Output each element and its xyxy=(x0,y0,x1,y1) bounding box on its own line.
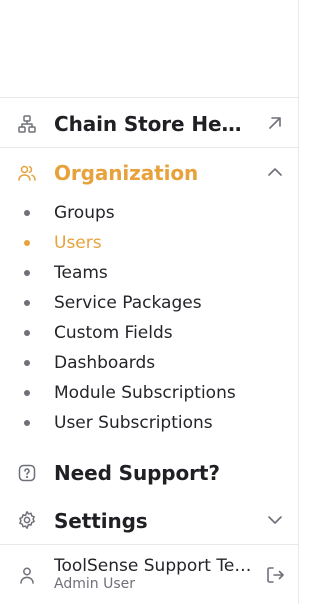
sidebar-item-teams[interactable]: Teams xyxy=(0,262,299,292)
sidebar-item-label: Dashboards xyxy=(54,353,156,373)
sidebar-item-groups[interactable]: Groups xyxy=(0,202,299,232)
settings-title: Settings xyxy=(54,509,148,533)
sidebar-item-service-packages[interactable]: Service Packages xyxy=(0,292,299,322)
bullet xyxy=(24,420,30,426)
bullet xyxy=(24,390,30,396)
gear-icon xyxy=(17,510,37,530)
external-arrow-icon[interactable] xyxy=(265,113,285,133)
sidebar-item-label: Module Subscriptions xyxy=(54,383,236,403)
organization-header[interactable]: Organization xyxy=(0,148,299,196)
sidebar: Chain Store Headquarters Organization xyxy=(0,0,299,604)
chain-store-title: Chain Store Headquarters xyxy=(54,112,254,136)
sidebar-item-users[interactable]: Users xyxy=(0,232,299,262)
sidebar-item-label: Custom Fields xyxy=(54,323,173,343)
sidebar-item-label: Service Packages xyxy=(54,293,202,313)
bullet xyxy=(24,360,30,366)
bullet xyxy=(24,210,30,216)
sidebar-item-label: User Subscriptions xyxy=(54,413,213,433)
users-icon xyxy=(17,163,37,183)
bullet xyxy=(24,330,30,336)
need-support-title: Need Support? xyxy=(54,461,220,485)
sidebar-item-label: Users xyxy=(54,233,102,253)
user-role: Admin User xyxy=(54,576,135,592)
chevron-up-icon[interactable] xyxy=(265,162,285,182)
chevron-down-icon[interactable] xyxy=(265,510,285,530)
user-name: ToolSense Support Team xyxy=(54,556,254,576)
bullet xyxy=(24,300,30,306)
sidebar-item-label: Groups xyxy=(54,203,115,223)
user-icon xyxy=(17,565,37,585)
organization-title: Organization xyxy=(54,161,199,185)
sidebar-item-label: Teams xyxy=(54,263,108,283)
settings-row[interactable]: Settings xyxy=(0,497,299,543)
chain-store-row[interactable]: Chain Store Headquarters xyxy=(0,98,299,147)
need-support-row[interactable]: Need Support? xyxy=(0,448,299,496)
bullet xyxy=(24,240,30,246)
hierarchy-icon xyxy=(17,114,37,134)
sidebar-item-dashboards[interactable]: Dashboards xyxy=(0,352,299,382)
bullet xyxy=(24,270,30,276)
logout-icon[interactable] xyxy=(265,565,285,585)
sidebar-item-user-subscriptions[interactable]: User Subscriptions xyxy=(0,412,299,442)
sidebar-item-module-subscriptions[interactable]: Module Subscriptions xyxy=(0,382,299,412)
help-icon xyxy=(17,463,37,483)
sidebar-item-custom-fields[interactable]: Custom Fields xyxy=(0,322,299,352)
